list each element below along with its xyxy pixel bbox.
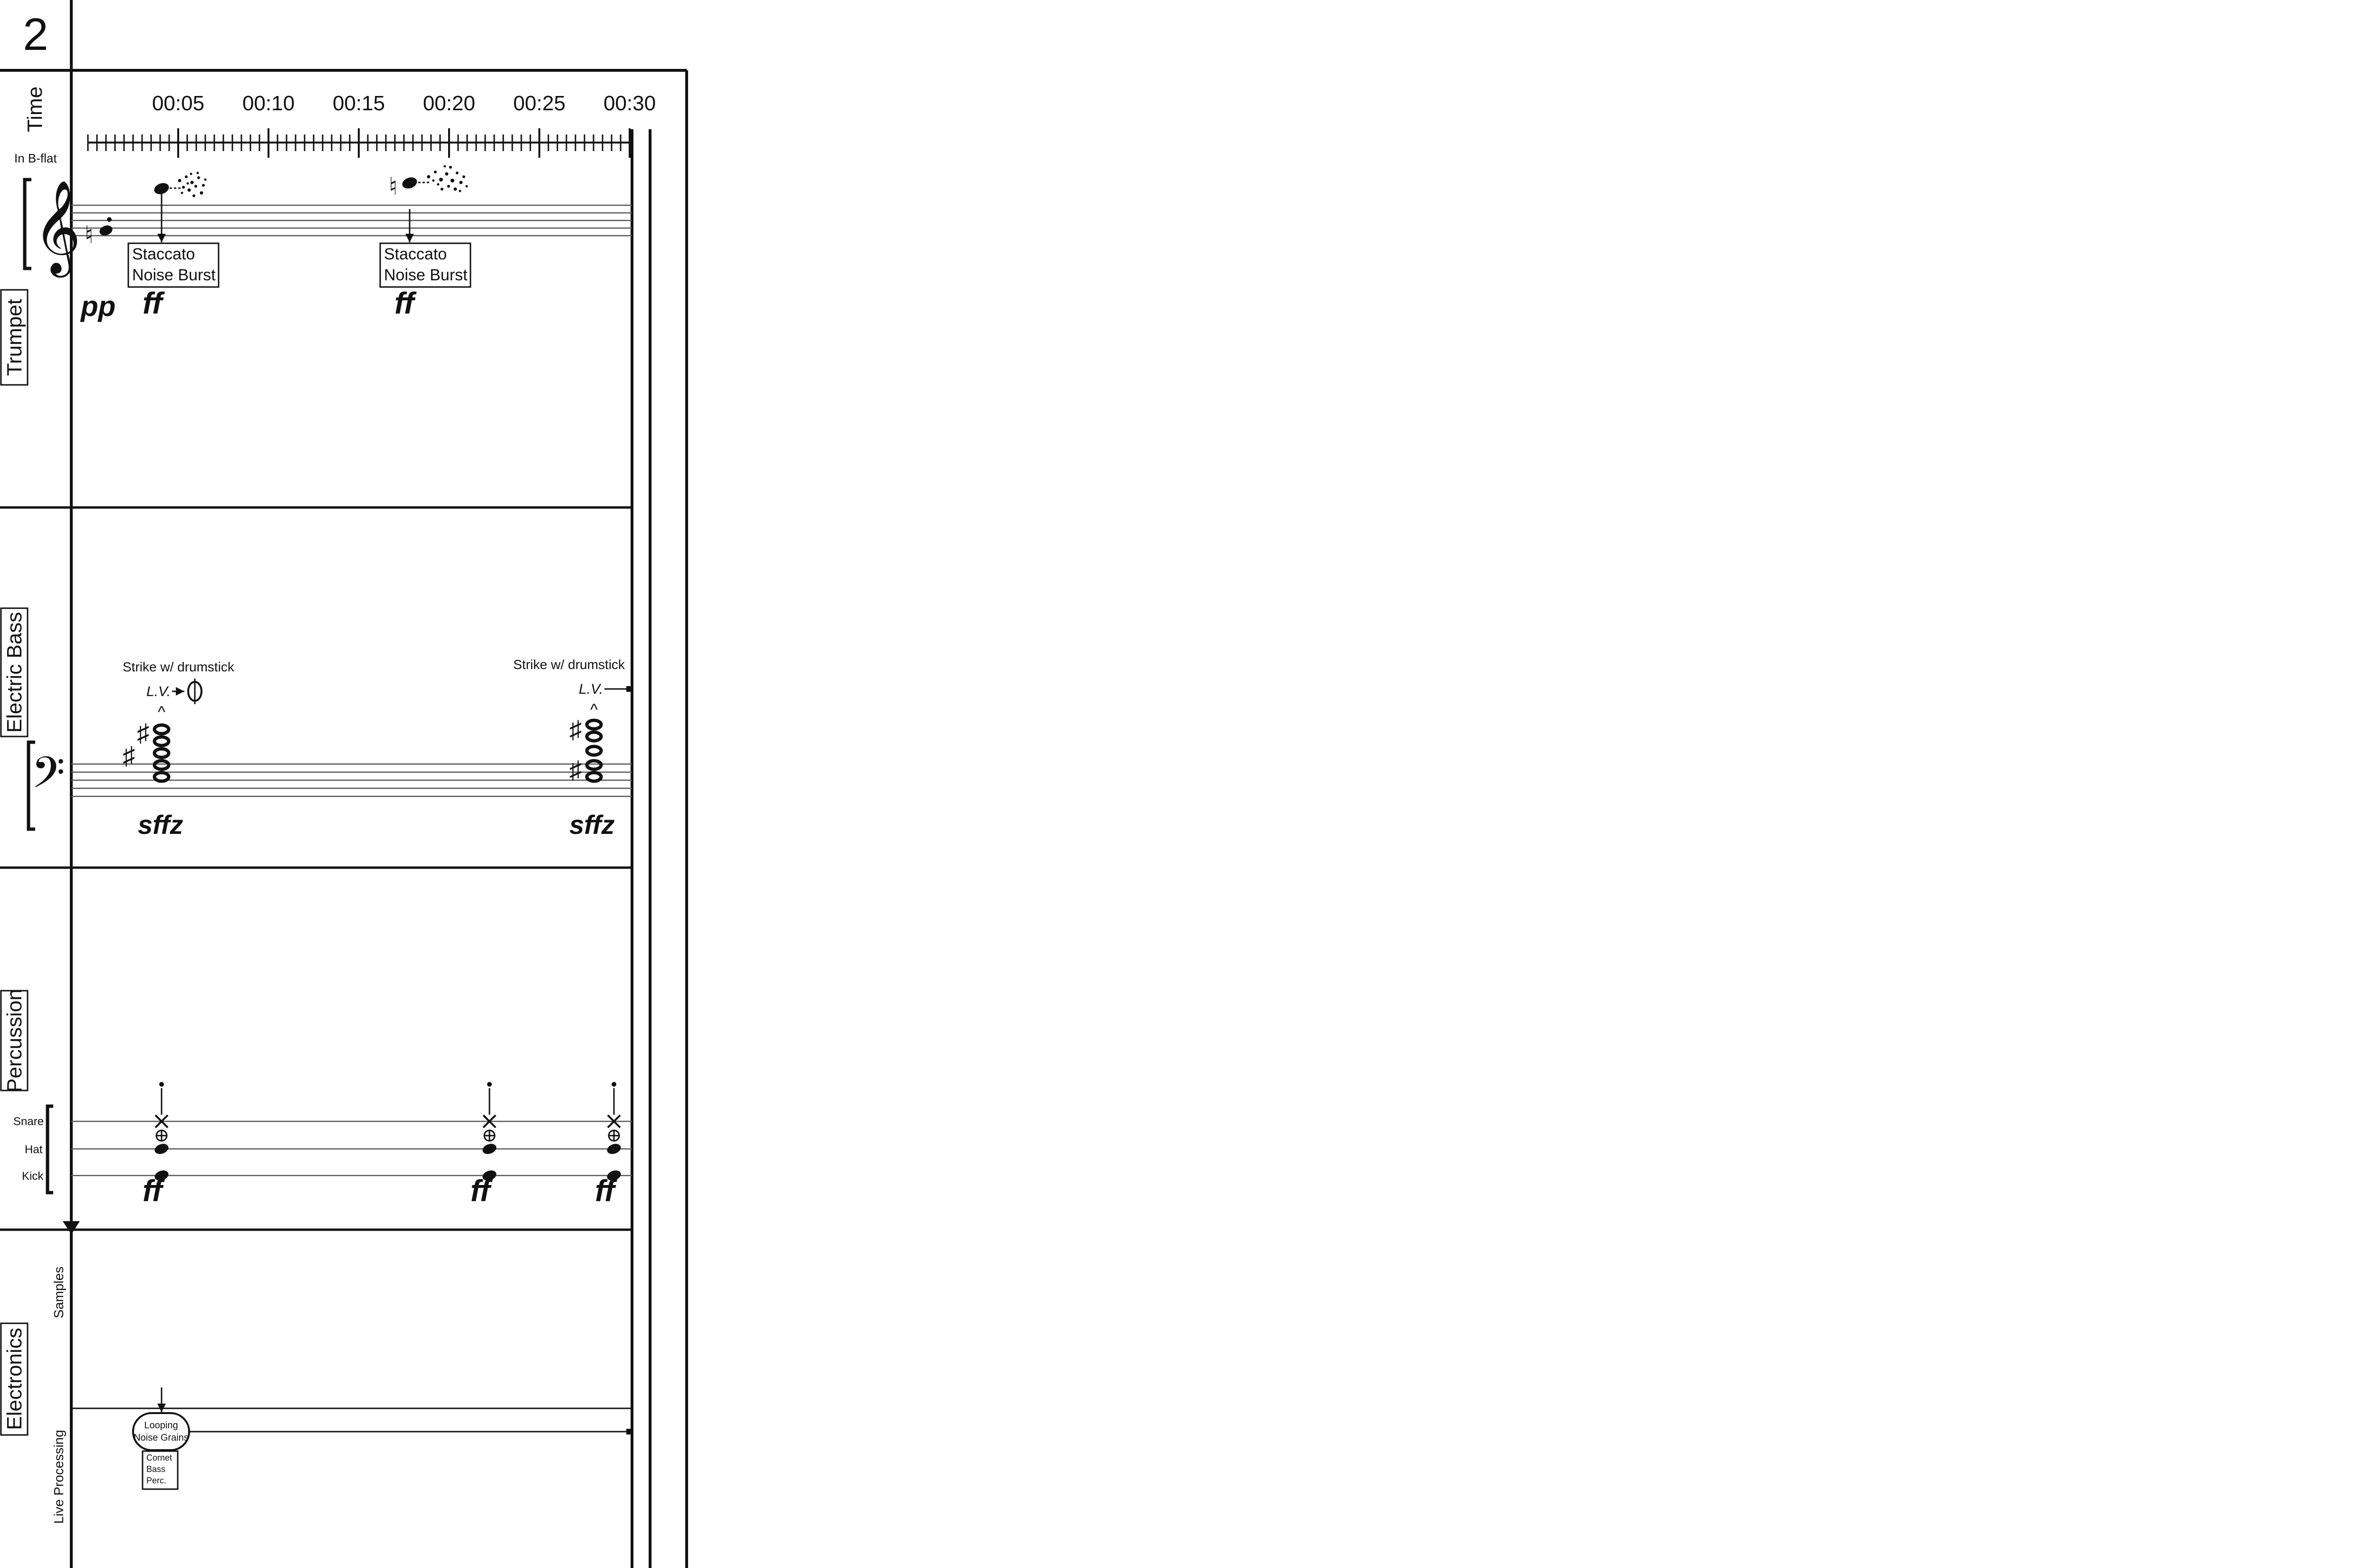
staccato-dot (159, 1082, 164, 1087)
source-cornet: Cornet (146, 1453, 172, 1463)
percussion-dynamic: ff (143, 1174, 165, 1208)
trumpet-label: Trumpet (3, 299, 26, 376)
staff-label-hat: Hat (25, 1143, 43, 1156)
bass-label-box: Electric Bass (0, 607, 29, 737)
timeline-ruler (87, 128, 632, 158)
sharp-sign-2b: ♯ (569, 756, 582, 784)
percussion-hits: ff ff ff (143, 1082, 621, 1208)
hat-notehead (154, 1144, 169, 1154)
marcato-accent-2: ^ (590, 701, 598, 719)
electronics-section: Electronics Samples Live Processing Loop… (0, 1221, 632, 1524)
tick-label: 00:30 (604, 92, 656, 115)
bass-event-1: Strike w/ drumstick L.V. ^ ♯ ♯ sffz (123, 660, 235, 840)
staccato-dot (612, 1082, 616, 1087)
bass-instruction-1: Strike w/ drumstick (123, 660, 235, 674)
percussion-hit: ff (595, 1082, 621, 1208)
percussion-section: Percussion Snare Hat Kick ff ff ff (0, 989, 632, 1208)
trumpet-dynamic-ff-1: ff (143, 286, 165, 320)
lv-label-1: L.V. (146, 684, 171, 699)
looping-end-marker (626, 1429, 632, 1434)
trumpet-staff (71, 204, 632, 237)
electronics-label: Electronics (3, 1328, 26, 1430)
trumpet-dynamic-ff-2: ff (394, 286, 417, 320)
staccato-dot (107, 217, 112, 222)
technique-box-2-line1: Staccato (384, 245, 447, 263)
open-hat-symbol (155, 1129, 168, 1142)
technique-box-1-line1: Staccato (132, 245, 195, 263)
trumpet-event-2: ♮ Staccato Noise Burst ff (379, 165, 471, 320)
lv-circle-symbol (187, 679, 202, 704)
tick-label: 00:20 (423, 92, 475, 115)
noise-burst-cluster-1 (178, 172, 207, 197)
treble-clef: 𝄞 (33, 182, 81, 277)
trumpet-dynamic-pp: pp (80, 290, 115, 322)
bass-section: Electric Bass 𝄢 Strike w/ drumstick L.V.… (0, 607, 632, 840)
percussion-dynamic: ff (470, 1174, 493, 1208)
transposition-label: In B-flat (14, 151, 57, 165)
technique-box-1-line2: Noise Burst (132, 266, 216, 284)
trumpet-label-box: Trumpet (0, 289, 29, 386)
bass-chord-2 (585, 718, 603, 783)
tick-label: 00:15 (333, 92, 385, 115)
percussion-label: Percussion (3, 989, 26, 1092)
bass-dynamic-sffz-1: sffz (138, 810, 183, 840)
looping-bubble (132, 1412, 190, 1451)
bass-label: Electric Bass (3, 612, 26, 733)
sharp-sign-2a: ♯ (569, 716, 582, 744)
staff-label-kick: Kick (22, 1170, 44, 1183)
open-hat-symbol (483, 1129, 496, 1142)
trumpet-staff-bracket (23, 178, 31, 270)
marcato-accent-1: ^ (158, 703, 165, 721)
hat-notehead (482, 1144, 497, 1154)
percussion-label-box: Percussion (0, 989, 29, 1092)
bass-event-2: Strike w/ drumstick L.V. ^ ♯ ♯ sffz (513, 657, 632, 840)
looping-bubble-line2: Noise Grains (134, 1433, 189, 1443)
hat-notehead (607, 1144, 621, 1154)
technique-box-2-line2: Noise Burst (384, 266, 468, 284)
electronics-arrow-marker (63, 1221, 80, 1234)
timeline-tick-labels: 00:05 00:10 00:15 00:20 00:25 00:30 (152, 92, 656, 115)
tick-label: 00:25 (513, 92, 565, 115)
percussion-dynamic: ff (595, 1174, 617, 1208)
trumpet-event-1: Staccato Noise Burst ff (127, 172, 220, 320)
natural-sign: ♮ (85, 221, 94, 249)
samples-label: Samples (51, 1267, 66, 1319)
bass-instruction-2: Strike w/ drumstick (513, 657, 625, 672)
lv-end-marker (626, 686, 632, 692)
percussion-hit: ff (470, 1082, 497, 1208)
bass-dynamic-sffz-2: sffz (569, 810, 614, 840)
percussion-hit: ff (143, 1082, 169, 1208)
natural-sign-2: ♮ (389, 173, 398, 201)
live-processing-label: Live Processing (51, 1430, 66, 1524)
page-number: 2 (23, 9, 48, 60)
staccato-dot (487, 1082, 492, 1087)
time-row: Time 00:05 00:10 00:15 00:20 00:25 00:30 (23, 86, 656, 158)
sharp-sign-1b: ♯ (123, 742, 135, 770)
tick-label: 00:10 (242, 92, 295, 115)
trumpet-section: In B-flat Trumpet 𝄞 ♮ pp Staccato Noise … (0, 151, 632, 386)
sharp-sign-1a: ♯ (137, 719, 149, 747)
source-perc: Perc. (146, 1476, 166, 1485)
time-label: Time (23, 86, 47, 132)
source-bass: Bass (146, 1464, 165, 1474)
tick-label: 00:05 (152, 92, 204, 115)
score-page: 2 Time 00:05 00:10 00:15 00:20 00:25 00:30 In… (0, 0, 688, 1568)
staff-label-snare: Snare (13, 1115, 44, 1128)
bass-chord-1 (153, 723, 171, 783)
percussion-staff-bracket (46, 1104, 53, 1195)
trumpet-note-3 (402, 177, 417, 189)
open-hat-symbol (608, 1129, 620, 1142)
noise-burst-cluster-2 (427, 165, 468, 192)
looping-bubble-line1: Looping (144, 1420, 178, 1431)
bass-clef: 𝄢 (31, 749, 65, 807)
lv-label-2: L.V. (579, 681, 603, 697)
electronics-label-box: Electronics (0, 1322, 29, 1436)
